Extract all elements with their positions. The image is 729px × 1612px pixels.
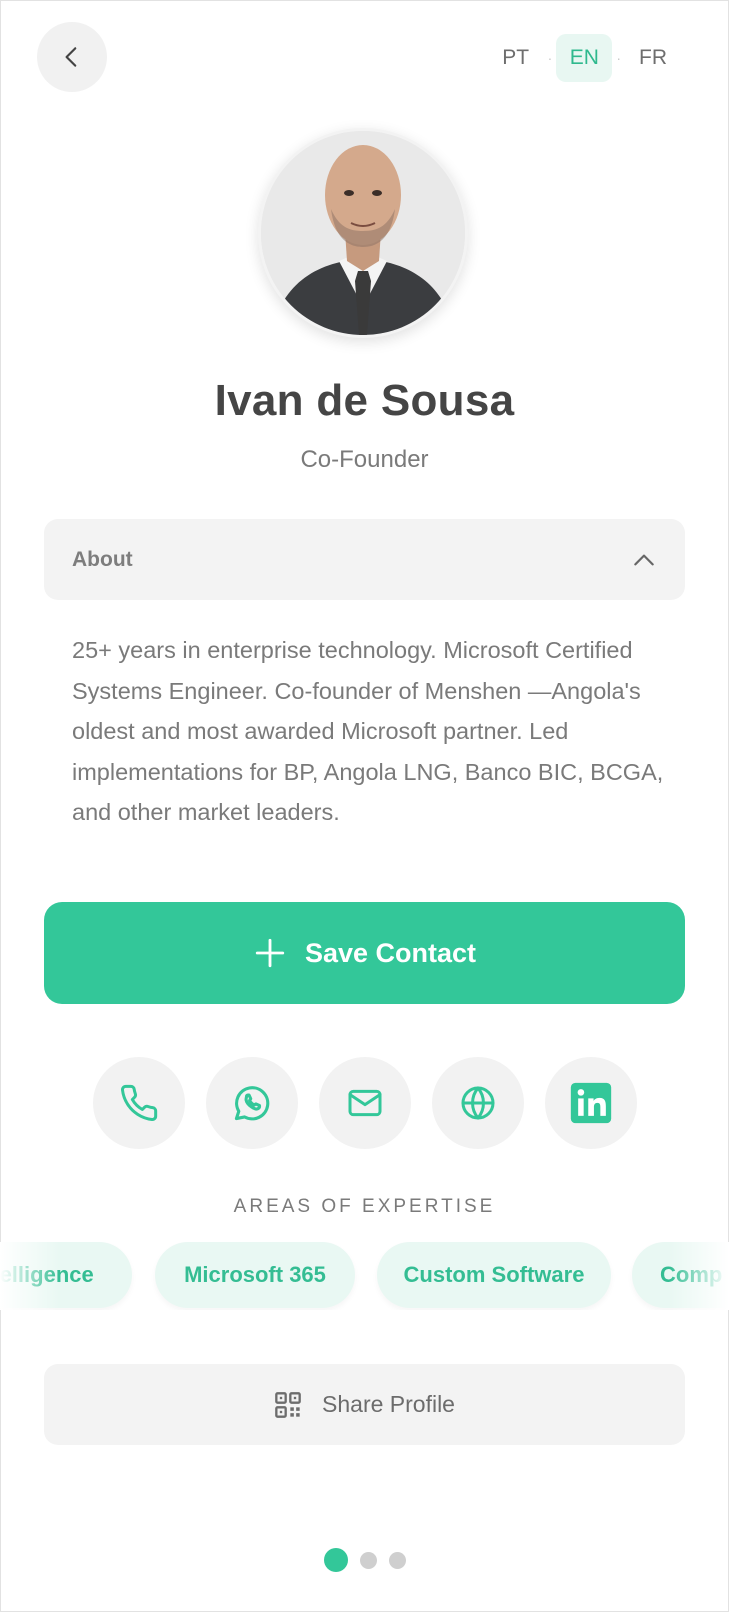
website-button[interactable] [432,1057,524,1149]
qr-code-icon [275,1391,301,1418]
linkedin-icon [570,1082,612,1124]
save-contact-label: Save Contact [304,937,477,968]
carousel-fade-left [0,1242,60,1310]
chevron-left-icon [65,47,77,67]
mail-icon [348,1089,382,1117]
expertise-carousel[interactable]: telligence Microsoft 365 Custom Software… [0,1242,729,1310]
save-contact-button[interactable]: Save Contact [44,902,685,1004]
carousel-fade-right [669,1242,729,1310]
plus-icon [255,938,285,968]
language-switcher: PT · EN · FR [488,34,681,82]
contact-actions [93,1057,637,1149]
chevron-up-icon [634,554,654,565]
page-dot-2[interactable] [359,1551,377,1569]
whatsapp-button[interactable] [206,1057,298,1149]
profile-role: Co-Founder [300,446,429,473]
pagination-dots [0,1548,729,1572]
about-accordion-header[interactable]: About [44,519,685,600]
email-button[interactable] [319,1057,411,1149]
about-text: 25+ years in enterprise technology. Micr… [72,637,664,825]
expertise-section-label: AREAS OF EXPERTISE [233,1196,496,1217]
profile-avatar [258,128,468,338]
profile-name: Ivan de Sousa [214,376,515,425]
expertise-chip[interactable]: Microsoft 365 [155,1242,355,1308]
lang-fr-button[interactable]: FR [625,34,681,82]
linkedin-button[interactable] [545,1057,637,1149]
lang-separator: · [616,50,621,66]
share-profile-label: Share Profile [322,1391,455,1417]
lang-pt-button[interactable]: PT [488,34,544,82]
about-title: About [72,547,133,571]
share-profile-button[interactable]: Share Profile [44,1364,685,1445]
lang-separator: · [547,50,553,66]
page-dot-1[interactable] [323,1548,348,1572]
lang-en-button[interactable]: EN [556,34,613,82]
page-dot-3[interactable] [388,1551,406,1569]
back-button[interactable] [37,22,107,92]
whatsapp-icon [234,1086,270,1121]
expertise-chip[interactable]: Custom Software [377,1242,611,1308]
globe-icon [461,1086,495,1120]
phone-button[interactable] [93,1057,185,1149]
phone-icon [121,1084,158,1121]
